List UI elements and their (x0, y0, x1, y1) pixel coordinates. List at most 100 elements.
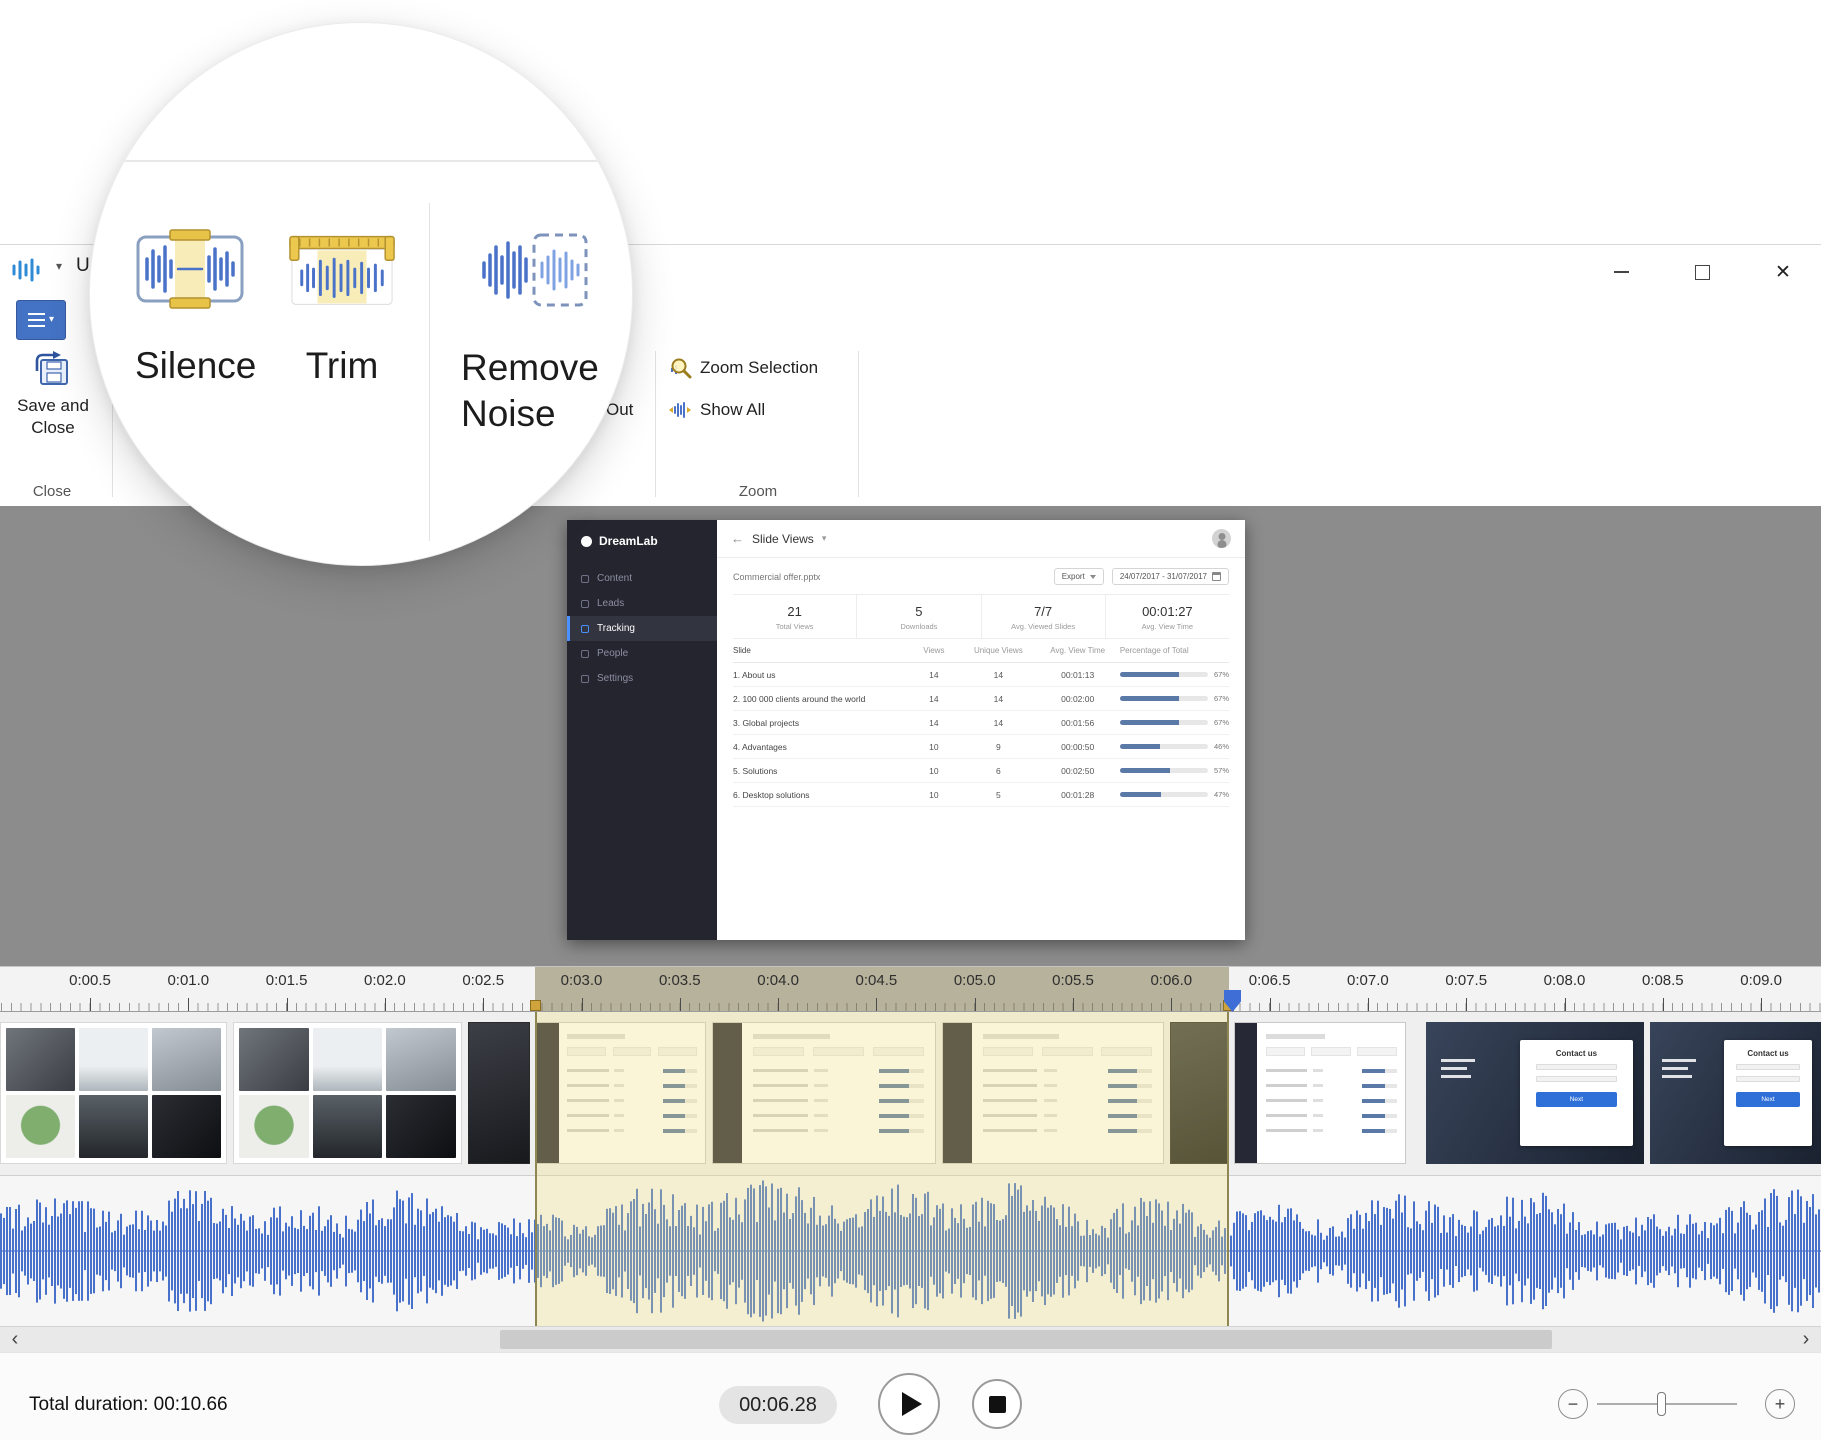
progress-bar (1120, 720, 1208, 725)
timeline-scrollbar[interactable]: ‹ › (0, 1326, 1821, 1352)
ruler-time-label: 0:08.0 (1544, 972, 1586, 989)
stat-value: 5 (857, 604, 980, 619)
cell-percentage: 67% (1120, 718, 1229, 727)
cell-views: 10 (907, 742, 962, 752)
scroll-right-arrow[interactable]: › (1793, 1327, 1819, 1352)
brand-name: DreamLab (599, 534, 658, 548)
ruler-time-label: 0:03.5 (659, 972, 701, 989)
ruler-major-tick (1663, 998, 1664, 1011)
contact-slide-title: Contact us (1747, 1049, 1788, 1058)
percentage-label: 57% (1213, 766, 1229, 775)
cell-slide: 4. Advantages (733, 742, 907, 752)
file-menu-button[interactable]: ▾ (16, 300, 66, 340)
cell-slide: 1. About us (733, 670, 907, 680)
zoom-out-button[interactable]: − (1558, 1389, 1588, 1419)
filmstrip-thumbnail-photos[interactable] (0, 1022, 227, 1164)
table-header-cell: Views (907, 646, 962, 655)
preview-table-row: 1. About us141400:01:1367% (733, 663, 1229, 687)
timeline-ruler[interactable]: 0:00.50:01.00:01.50:02.00:02.50:03.00:03… (0, 966, 1821, 1012)
ruler-time-label: 0:00.5 (69, 972, 111, 989)
cell-avg-view-time: 00:01:56 (1036, 718, 1120, 728)
zoom-slider-thumb[interactable] (1657, 1392, 1666, 1416)
silence-icon (135, 227, 245, 311)
chevron-down-icon: ▾ (822, 533, 827, 544)
scroll-left-arrow[interactable]: ‹ (2, 1327, 28, 1352)
preview-table-row: 5. Solutions10600:02:5057% (733, 759, 1229, 783)
stat-value: 7/7 (982, 604, 1105, 619)
cell-slide: 2. 100 000 clients around the world (733, 694, 907, 704)
silence-button[interactable] (135, 227, 245, 311)
cell-unique-views: 14 (961, 694, 1035, 704)
percentage-label: 46% (1213, 742, 1229, 751)
stop-button[interactable] (972, 1379, 1022, 1429)
cell-unique-views: 14 (961, 718, 1035, 728)
contact-slide-title: Contact us (1556, 1049, 1597, 1058)
trim-icon (288, 233, 396, 311)
trim-button[interactable] (288, 233, 396, 311)
timeline-selection[interactable] (535, 1012, 1229, 1326)
ruler-major-tick (1073, 998, 1074, 1011)
quick-access-caret-icon[interactable]: ▾ (56, 259, 62, 273)
cell-slide: 3. Global projects (733, 718, 907, 728)
ruler-major-tick (287, 998, 288, 1011)
ribbon-group-separator (858, 351, 859, 497)
nav-item-icon (581, 650, 589, 658)
maximize-button[interactable] (1685, 257, 1719, 287)
percentage-label: 67% (1213, 670, 1229, 679)
ruler-time-label: 0:08.5 (1642, 972, 1684, 989)
save-and-close-icon (34, 351, 72, 389)
ruler-time-label: 0:02.0 (364, 972, 406, 989)
selection-start-handle[interactable] (530, 1000, 541, 1011)
filmstrip-thumbnail-dark[interactable] (468, 1022, 530, 1164)
close-button[interactable]: ✕ (1766, 257, 1800, 287)
progress-bar (1120, 696, 1208, 701)
zoom-slider[interactable] (1597, 1389, 1737, 1419)
zoom-selection-icon (668, 356, 692, 380)
preview-nav-content: Content (567, 566, 717, 591)
save-and-close-button[interactable]: Save and Close (4, 347, 102, 477)
remove-noise-button[interactable] (478, 227, 590, 313)
ruler-major-tick (1761, 998, 1762, 1011)
preview-table-row: 2. 100 000 clients around the world14140… (733, 687, 1229, 711)
cell-percentage: 67% (1120, 694, 1229, 703)
preview-table-row: 4. Advantages10900:00:5046% (733, 735, 1229, 759)
ruler-major-tick (975, 998, 976, 1011)
zoom-in-button[interactable]: + (1765, 1389, 1795, 1419)
cell-unique-views: 9 (961, 742, 1035, 752)
show-all-button[interactable]: Show All (668, 398, 765, 422)
minimize-icon (1614, 271, 1629, 273)
calendar-icon (1212, 572, 1221, 581)
zoom-selection-button[interactable]: Zoom Selection (668, 356, 818, 380)
cell-avg-view-time: 00:02:00 (1036, 694, 1120, 704)
date-range: 24/07/2017 - 31/07/2017 (1112, 568, 1229, 585)
show-all-label: Show All (700, 400, 765, 420)
silence-button-label: Silence (135, 345, 245, 387)
ruler-time-label: 0:09.0 (1740, 972, 1782, 989)
percentage-label: 67% (1213, 694, 1229, 703)
ruler-major-tick (778, 998, 779, 1011)
stat-label: Total Views (733, 622, 856, 631)
filmstrip-thumbnail-contact[interactable]: Contact usNext (1426, 1022, 1644, 1164)
preview-table-row: 3. Global projects141400:01:5667% (733, 711, 1229, 735)
table-header-cell: Avg. View Time (1036, 646, 1120, 655)
scrollbar-thumb[interactable] (500, 1330, 1552, 1349)
trim-button-label: Trim (288, 345, 396, 387)
ribbon-group-separator (655, 351, 656, 497)
stat-label: Downloads (857, 622, 980, 631)
filmstrip-thumbnail-dashboard[interactable] (1234, 1022, 1406, 1164)
progress-bar (1120, 672, 1208, 677)
cell-views: 14 (907, 670, 962, 680)
play-button[interactable] (878, 1373, 940, 1435)
save-and-close-label-line1: Save and (17, 395, 89, 416)
minimize-button[interactable] (1604, 257, 1638, 287)
preview-nav-tracking: Tracking (567, 616, 717, 641)
filmstrip-thumbnail-photos[interactable] (233, 1022, 462, 1164)
remove-noise-button-label: Remove Noise (461, 345, 599, 437)
stat-value: 00:01:27 (1106, 604, 1229, 619)
cell-slide: 5. Solutions (733, 766, 907, 776)
cell-unique-views: 14 (961, 670, 1035, 680)
ruler-major-tick (1565, 998, 1566, 1011)
maximize-icon (1695, 265, 1710, 280)
filmstrip-thumbnail-contact[interactable]: Contact usNext (1650, 1022, 1821, 1164)
ruler-time-label: 0:07.0 (1347, 972, 1389, 989)
